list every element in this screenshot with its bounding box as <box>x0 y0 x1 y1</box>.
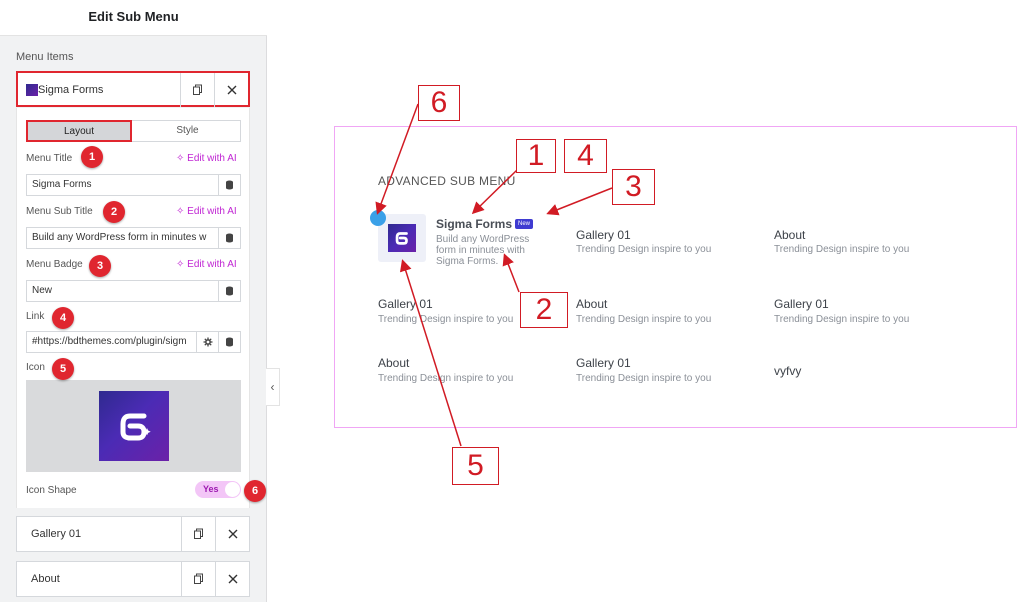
callout-label: 2 <box>520 292 568 328</box>
arrow-1 <box>471 169 518 215</box>
arrow-5 <box>399 259 462 447</box>
arrow-3 <box>546 187 613 216</box>
callout-label: 4 <box>564 139 607 173</box>
annotation-arrows <box>375 103 613 447</box>
callout-label: 5 <box>452 447 499 485</box>
callout-label: 1 <box>516 139 556 173</box>
callout-label: 3 <box>612 169 655 205</box>
arrow-2 <box>502 253 520 293</box>
callout-label: 6 <box>418 85 460 121</box>
arrow-6 <box>375 103 419 215</box>
